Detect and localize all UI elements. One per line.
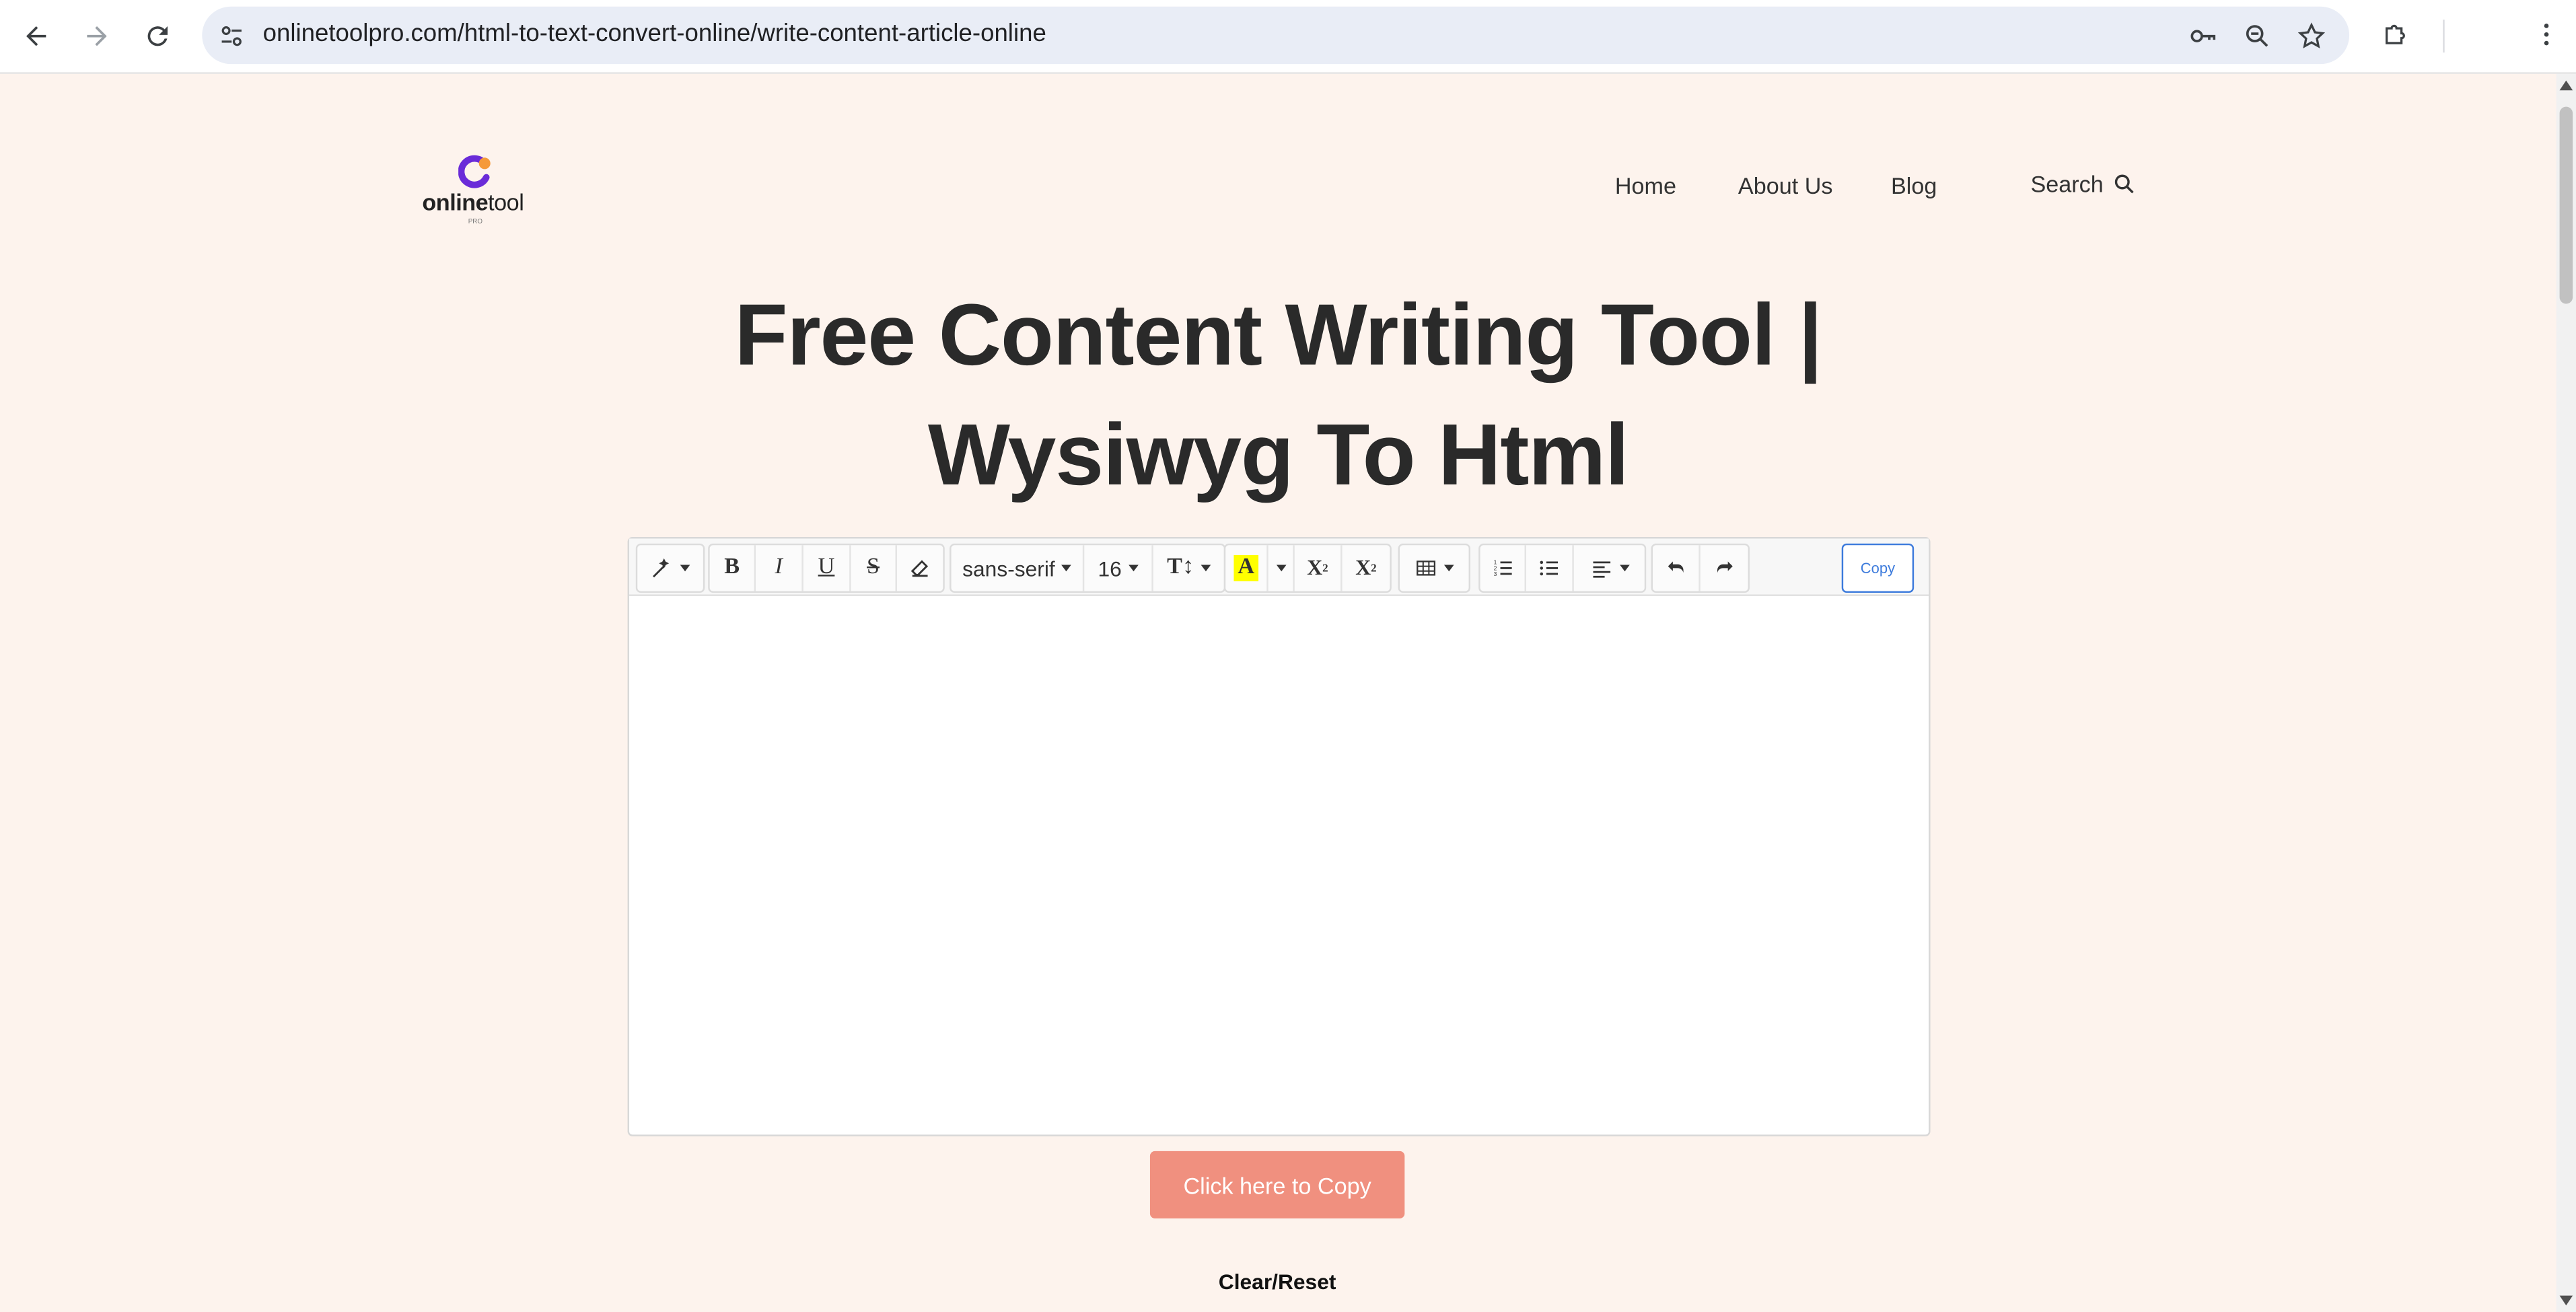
site-logo[interactable]: onlinetool PRO xyxy=(422,153,540,225)
strikethrough-button[interactable]: S xyxy=(851,545,897,591)
logo-mark-icon xyxy=(458,155,491,188)
underline-button[interactable]: U xyxy=(803,545,851,591)
nav-blog[interactable]: Blog xyxy=(1891,172,1937,198)
magic-wand-icon[interactable] xyxy=(637,545,703,591)
logo-word-light: tool xyxy=(488,188,524,215)
color-group: A X2 X2 xyxy=(1223,543,1392,593)
kebab-menu-icon[interactable] xyxy=(2528,16,2565,52)
url-text[interactable]: onlinetoolpro.com/html-to-text-convert-o… xyxy=(263,20,1046,47)
key-icon[interactable] xyxy=(2186,20,2219,52)
tune-icon[interactable] xyxy=(215,20,248,52)
subscript-button[interactable]: X2 xyxy=(1343,545,1390,591)
logo-word-bold: online xyxy=(422,188,489,215)
eraser-icon[interactable] xyxy=(897,545,943,591)
nav-search-label: Search xyxy=(2030,170,2104,197)
logo-tagline: PRO xyxy=(468,217,482,225)
font-family-select[interactable]: sans-serif xyxy=(952,545,1085,591)
toolbar-copy-button[interactable]: Copy xyxy=(1841,543,1915,593)
undo-icon[interactable] xyxy=(1653,545,1701,591)
history-group xyxy=(1651,543,1750,593)
align-left-icon[interactable] xyxy=(1574,545,1645,591)
wysiwyg-editor: B I U S sans-serif 16 T↕ A X 2 X 2 1 2 3… xyxy=(627,537,1931,1136)
back-arrow-icon[interactable] xyxy=(13,13,59,59)
color-dropdown-button[interactable] xyxy=(1268,545,1295,591)
scroll-up-icon[interactable] xyxy=(2559,80,2573,91)
nav-search[interactable]: Search xyxy=(2030,171,2136,197)
toolbar-divider xyxy=(2443,20,2445,53)
font-family-value: sans-serif xyxy=(962,556,1055,581)
table-group xyxy=(1398,543,1470,593)
editor-content-area[interactable] xyxy=(629,596,1929,1135)
unordered-list-icon[interactable] xyxy=(1526,545,1574,591)
font-size-select[interactable]: 16 xyxy=(1084,545,1153,591)
nav-about-us[interactable]: About Us xyxy=(1738,172,1833,198)
line-height-button[interactable]: T↕ xyxy=(1153,545,1224,591)
browser-toolbar: onlinetoolpro.com/html-to-text-convert-o… xyxy=(0,0,2576,74)
copy-to-clipboard-button[interactable]: Click here to Copy xyxy=(1149,1151,1405,1218)
zoom-icon[interactable] xyxy=(2241,20,2274,52)
ordered-list-icon[interactable]: 123 xyxy=(1480,545,1526,591)
logo-wordmark: onlinetool xyxy=(422,189,524,215)
font-group: sans-serif 16 T↕ xyxy=(950,543,1226,593)
paragraph-group: 123 xyxy=(1478,543,1647,593)
puzzle-icon[interactable] xyxy=(2377,16,2414,52)
address-bar[interactable]: onlinetoolpro.com/html-to-text-convert-o… xyxy=(202,6,2350,65)
reload-icon[interactable] xyxy=(135,13,180,59)
scroll-thumb[interactable] xyxy=(2559,106,2573,304)
table-icon[interactable] xyxy=(1400,545,1469,591)
page-title-line-2: Wysiwyg To Html xyxy=(927,407,1629,505)
style-group xyxy=(635,543,705,593)
page-title-line-1: Free Content Writing Tool | xyxy=(734,287,1823,385)
highlight-color-button[interactable]: A xyxy=(1225,545,1268,591)
star-icon[interactable] xyxy=(2295,20,2328,52)
italic-button[interactable]: I xyxy=(756,545,803,591)
redo-icon[interactable] xyxy=(1701,545,1748,591)
page-scrollbar[interactable] xyxy=(2556,73,2576,1312)
page-body: onlinetool PRO Home About Us Blog Search… xyxy=(0,73,2556,1312)
font-size-value: 16 xyxy=(1098,556,1122,581)
bold-button[interactable]: B xyxy=(710,545,756,591)
format-group: B I U S xyxy=(708,543,945,593)
page-title: Free Content Writing Tool | Wysiwyg To H… xyxy=(629,276,1927,515)
scroll-down-icon[interactable] xyxy=(2559,1295,2573,1306)
search-icon xyxy=(2115,174,2135,194)
nav-home[interactable]: Home xyxy=(1615,172,1676,198)
clear-reset-link[interactable]: Clear/Reset xyxy=(1150,1270,1404,1295)
superscript-button[interactable]: X2 xyxy=(1295,545,1343,591)
forward-arrow-icon[interactable] xyxy=(74,13,120,59)
editor-toolbar: B I U S sans-serif 16 T↕ A X 2 X 2 1 2 3… xyxy=(629,538,1929,596)
svg-text:3: 3 xyxy=(1493,571,1496,577)
